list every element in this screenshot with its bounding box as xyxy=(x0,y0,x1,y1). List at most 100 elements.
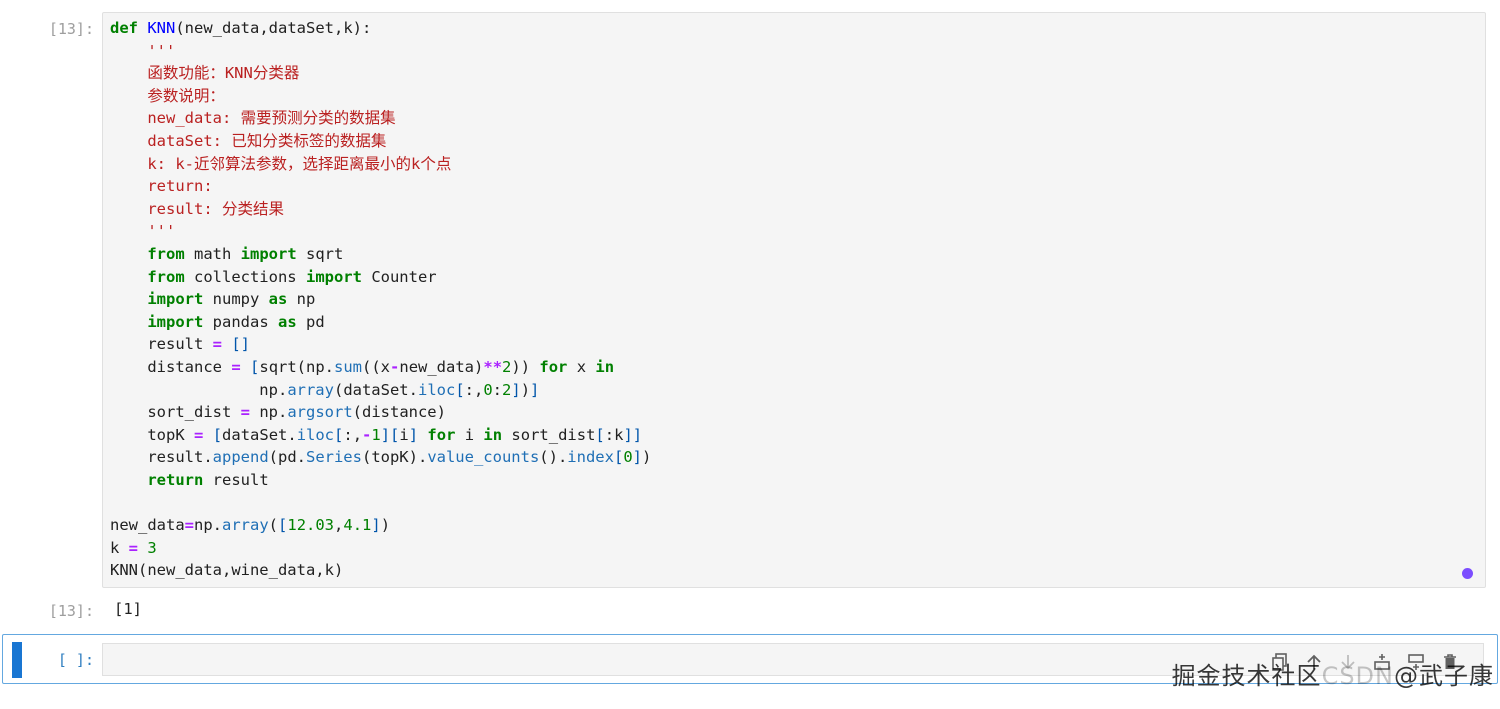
code-token: 参数说明： xyxy=(147,86,225,105)
code-token: [ xyxy=(455,380,465,399)
code-token: iloc xyxy=(417,380,456,399)
code-token: result: 分类结果 xyxy=(147,199,284,218)
code-token: (topK). xyxy=(361,448,428,467)
code-token: ) xyxy=(642,448,652,467)
code-token: 1 xyxy=(371,425,381,444)
code-line: return result xyxy=(110,469,651,492)
code-token: result xyxy=(203,470,269,489)
code-token: pd xyxy=(296,312,325,331)
code-token: (dataSet. xyxy=(333,380,418,399)
code-token: for xyxy=(539,357,568,376)
code-token: 0 xyxy=(623,448,633,467)
code-line: KNN(new_data,wine_data,k) xyxy=(110,559,651,582)
code-line: return: xyxy=(110,175,651,198)
watermark-community: 掘金技术社区 xyxy=(1171,662,1322,690)
empty-cell-prompt: [ ]: xyxy=(57,651,94,669)
code-line: distance = [sqrt(np.sum((x-new_data)**2)… xyxy=(110,356,651,379)
code-token: i xyxy=(455,425,484,444)
code-token: ) xyxy=(520,380,531,399)
code-token: (pd. xyxy=(268,448,306,467)
code-token: sum xyxy=(334,357,363,376)
code-token: KNN xyxy=(147,19,176,37)
code-token: [ xyxy=(212,425,223,444)
code-token: ] xyxy=(530,380,540,399)
code-line: new_data: 需要预测分类的数据集 xyxy=(110,107,651,130)
code-token: np xyxy=(287,290,316,309)
code-token: append xyxy=(212,448,269,467)
code-token: import xyxy=(147,312,204,331)
code-line: from math import sqrt xyxy=(110,243,651,266)
code-token: - xyxy=(362,425,372,444)
code-token: np. xyxy=(110,380,288,399)
code-token: dataSet: 已知分类标签的数据集 xyxy=(147,131,387,150)
code-token: , xyxy=(334,516,344,535)
code-token: return: xyxy=(147,177,213,196)
code-token: 4.1 xyxy=(343,516,372,535)
code-token: [ xyxy=(334,425,344,444)
code-line: ''' xyxy=(110,220,651,243)
code-token: np. xyxy=(250,403,288,422)
code-token: new_data xyxy=(110,516,185,535)
code-token: new_data: 需要预测分类的数据集 xyxy=(147,109,396,128)
code-token: i xyxy=(399,425,409,444)
code-token: = xyxy=(128,538,139,557)
code-token: value_counts xyxy=(427,448,540,467)
watermark-csdn: CSDN xyxy=(1321,662,1394,690)
cell-status-dot xyxy=(1462,568,1473,579)
code-token: Series xyxy=(305,448,362,467)
code-token: np. xyxy=(194,516,222,535)
code-token: new_data) xyxy=(399,357,484,376)
code-token: collections xyxy=(184,267,306,286)
code-token: ** xyxy=(483,357,503,376)
code-token: (). xyxy=(539,448,568,467)
code-token: :, xyxy=(464,380,484,399)
code-line: 参数说明： xyxy=(110,85,651,108)
code-token: sort_dist xyxy=(110,403,241,422)
code-token: [ xyxy=(613,448,624,467)
code-line: new_data=np.array([12.03,4.1]) xyxy=(110,514,651,537)
code-token: 3 xyxy=(147,538,157,557)
code-token: : xyxy=(492,380,503,399)
code-token: distance xyxy=(110,357,232,376)
code-text[interactable]: def KNN(new_data,dataSet,k): ''' 函数功能：KN… xyxy=(110,17,651,582)
code-token: - xyxy=(390,357,400,376)
code-token: ] xyxy=(511,380,521,399)
input-prompt: [13]: xyxy=(48,20,94,38)
code-line: ''' xyxy=(110,40,651,63)
code-token: :, xyxy=(343,425,363,444)
code-token: result. xyxy=(110,448,213,467)
code-line: result: 分类结果 xyxy=(110,198,651,221)
watermark-author: @武子康 xyxy=(1394,662,1494,690)
code-token: [ xyxy=(250,357,260,376)
code-line: 函数功能：KNN分类器 xyxy=(110,62,651,85)
code-token: Counter xyxy=(361,267,437,286)
code-token: from xyxy=(147,267,185,286)
code-line: sort_dist = np.argsort(distance) xyxy=(110,401,651,424)
code-token: (new_data,dataSet,k): xyxy=(175,19,372,37)
code-token: array xyxy=(222,516,269,535)
code-token: array xyxy=(287,380,334,399)
code-line: result = [] xyxy=(110,333,651,356)
code-token: ] xyxy=(632,448,642,467)
code-token: 0 xyxy=(483,380,493,399)
code-token: ]] xyxy=(623,425,643,444)
code-token: argsort xyxy=(287,403,353,422)
code-token: (distance) xyxy=(352,403,446,422)
code-token: = xyxy=(212,335,222,354)
code-token: ((x xyxy=(362,357,391,376)
code-token: 2 xyxy=(502,357,512,376)
code-token: KNN(new_data,wine_data,k) xyxy=(110,561,344,580)
code-token: numpy xyxy=(203,290,269,309)
code-token: [ xyxy=(278,516,288,535)
